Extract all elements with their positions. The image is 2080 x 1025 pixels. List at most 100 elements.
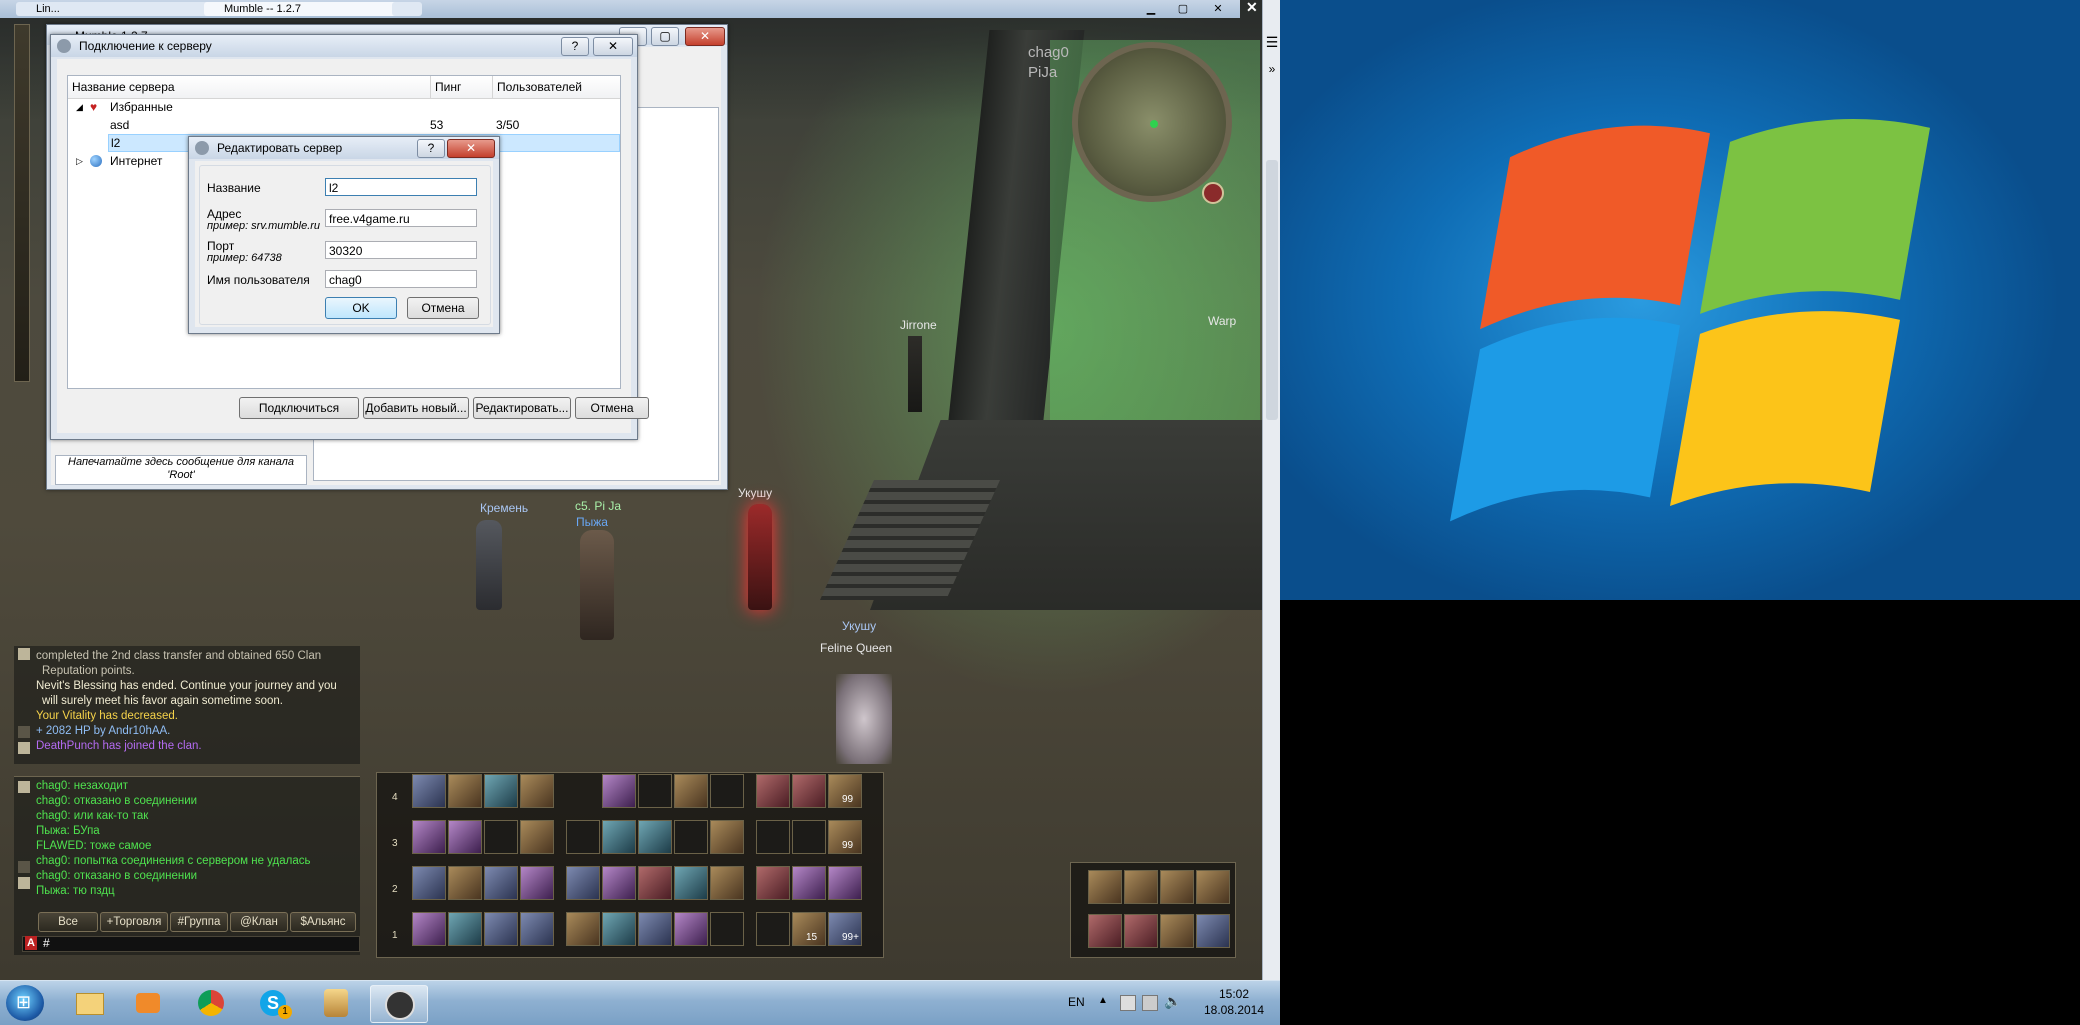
map-menu-icon[interactable] <box>1160 914 1194 948</box>
hotbar-slot[interactable] <box>412 866 446 900</box>
minimap[interactable] <box>1072 42 1232 202</box>
cancel-button[interactable]: Отмена <box>575 397 649 419</box>
clock-time[interactable]: 15:02 <box>1204 987 1264 1001</box>
scrollbar-thumb[interactable] <box>1266 160 1278 420</box>
quest-menu-icon[interactable] <box>1196 870 1230 904</box>
hotbar-slot[interactable] <box>484 820 518 854</box>
window-tab[interactable]: Lin... <box>16 2 216 16</box>
pet-feline-queen[interactable] <box>836 674 892 764</box>
tree-item-asd[interactable]: asd 53 3/50 <box>68 116 620 134</box>
actions-menu-icon[interactable] <box>1124 914 1158 948</box>
hotbar-slot[interactable] <box>756 912 790 946</box>
close-button[interactable]: ✕ <box>447 139 495 158</box>
hotbar-slot[interactable] <box>448 820 482 854</box>
hotbar-slot[interactable] <box>412 912 446 946</box>
hotbar-slot[interactable] <box>710 820 744 854</box>
window-tab[interactable]: Mumble -- 1.2.7 <box>204 2 404 16</box>
system-menu-icon[interactable] <box>1196 914 1230 948</box>
minimize-icon[interactable]: ▁ <box>1136 2 1166 16</box>
hotbar-slot[interactable] <box>710 774 744 808</box>
show-hidden-icons[interactable]: ▲ <box>1098 995 1108 1006</box>
start-button[interactable]: ⊞ <box>6 985 44 1021</box>
hotbar-slot[interactable] <box>710 866 744 900</box>
media-player-taskbar-button[interactable] <box>120 985 176 1021</box>
explorer-taskbar-button[interactable] <box>60 985 116 1021</box>
hotbar-slot[interactable] <box>756 820 790 854</box>
new-tab-button[interactable] <box>392 2 422 16</box>
name-field[interactable]: l2 <box>325 178 477 196</box>
message-input[interactable]: Напечатайте здесь сообщение для канала '… <box>55 455 307 485</box>
chrome-taskbar-button[interactable] <box>184 985 240 1021</box>
hotbar-slot[interactable] <box>828 912 862 946</box>
hotbar-slot[interactable] <box>448 912 482 946</box>
inventory-menu-icon[interactable] <box>1124 870 1158 904</box>
hotbar-slot[interactable] <box>828 866 862 900</box>
hotbar-slot[interactable] <box>566 820 600 854</box>
hotbar-slot[interactable] <box>674 774 708 808</box>
tree-item-favorites[interactable]: ◢ ♥ Избранные <box>68 98 620 116</box>
hotbar-slot[interactable] <box>602 912 636 946</box>
hotbar-slot[interactable] <box>602 820 636 854</box>
close-button[interactable]: ✕ <box>685 27 725 46</box>
clan-menu-icon[interactable] <box>1160 870 1194 904</box>
expand-icon[interactable]: » <box>1265 62 1279 76</box>
hotbar-slot[interactable] <box>792 866 826 900</box>
flag-icon[interactable] <box>1120 995 1136 1011</box>
hotbar-slot[interactable] <box>792 774 826 808</box>
hotbar-slot[interactable] <box>520 866 554 900</box>
port-field[interactable]: 30320 <box>325 241 477 259</box>
hotbar-slot[interactable] <box>674 866 708 900</box>
edit-button[interactable]: Редактировать... <box>473 397 571 419</box>
clock-date[interactable]: 18.08.2014 <box>1196 1003 1272 1017</box>
mumble-taskbar-button[interactable] <box>370 985 428 1023</box>
hotbar-slot[interactable] <box>520 774 554 808</box>
maximize-button[interactable]: ▢ <box>651 27 679 46</box>
hotbar-slot[interactable] <box>602 774 636 808</box>
hotbar-slot[interactable] <box>756 866 790 900</box>
expand-arrow-icon[interactable]: ▷ <box>76 152 83 170</box>
hotbar-slot[interactable] <box>638 774 672 808</box>
hotbar-slot[interactable] <box>448 774 482 808</box>
hotbar-slot[interactable] <box>412 820 446 854</box>
hotbar-slot[interactable] <box>484 774 518 808</box>
column-users[interactable]: Пользователей <box>492 76 582 98</box>
chat-tab-trade[interactable]: +Торговля <box>100 912 168 932</box>
collapse-arrow-icon[interactable]: ◢ <box>76 98 83 116</box>
hotbar-slot[interactable] <box>756 774 790 808</box>
chat-input[interactable]: A # <box>22 936 360 952</box>
hotbar-slot[interactable] <box>520 820 554 854</box>
hotbar-slot[interactable] <box>638 820 672 854</box>
hotbar-slot[interactable] <box>710 912 744 946</box>
ok-button[interactable]: OK <box>325 297 397 319</box>
close-button[interactable]: ✕ <box>593 37 633 56</box>
connect-button[interactable]: Подключиться <box>239 397 359 419</box>
add-new-button[interactable]: Добавить новый... <box>363 397 469 419</box>
hotbar-slot[interactable] <box>792 912 826 946</box>
network-icon[interactable] <box>1142 995 1158 1011</box>
volume-icon[interactable]: 🔈 <box>1164 993 1181 1010</box>
chat-color-icon[interactable]: A <box>25 936 37 950</box>
skills-menu-icon[interactable] <box>1088 914 1122 948</box>
hotbar-slot[interactable] <box>674 820 708 854</box>
character-pija[interactable] <box>580 530 614 640</box>
hotbar-slot[interactable] <box>484 912 518 946</box>
chat-tab-clan[interactable]: @Клан <box>230 912 288 932</box>
menu-icon[interactable]: ☰ <box>1265 34 1279 50</box>
hotbar-slot[interactable] <box>674 912 708 946</box>
column-ping[interactable]: Пинг <box>430 76 461 98</box>
maximize-icon[interactable]: ▢ <box>1168 2 1198 16</box>
column-server-name[interactable]: Название сервера <box>72 76 175 98</box>
address-field[interactable]: free.v4game.ru <box>325 209 477 227</box>
map-button-icon[interactable] <box>1202 182 1224 204</box>
lineage-taskbar-button[interactable] <box>308 985 364 1021</box>
hotbar-slot[interactable] <box>566 866 600 900</box>
hotbar-slot[interactable] <box>448 866 482 900</box>
hotbar-slot[interactable] <box>828 820 862 854</box>
hotbar-slot[interactable] <box>792 820 826 854</box>
hotbar-slot[interactable] <box>566 912 600 946</box>
npc-jirrone[interactable] <box>908 336 922 412</box>
hotbar-slot[interactable] <box>828 774 862 808</box>
hotbar-slot[interactable] <box>638 866 672 900</box>
hotbar-slot[interactable] <box>602 866 636 900</box>
hotbar-slot[interactable] <box>638 912 672 946</box>
